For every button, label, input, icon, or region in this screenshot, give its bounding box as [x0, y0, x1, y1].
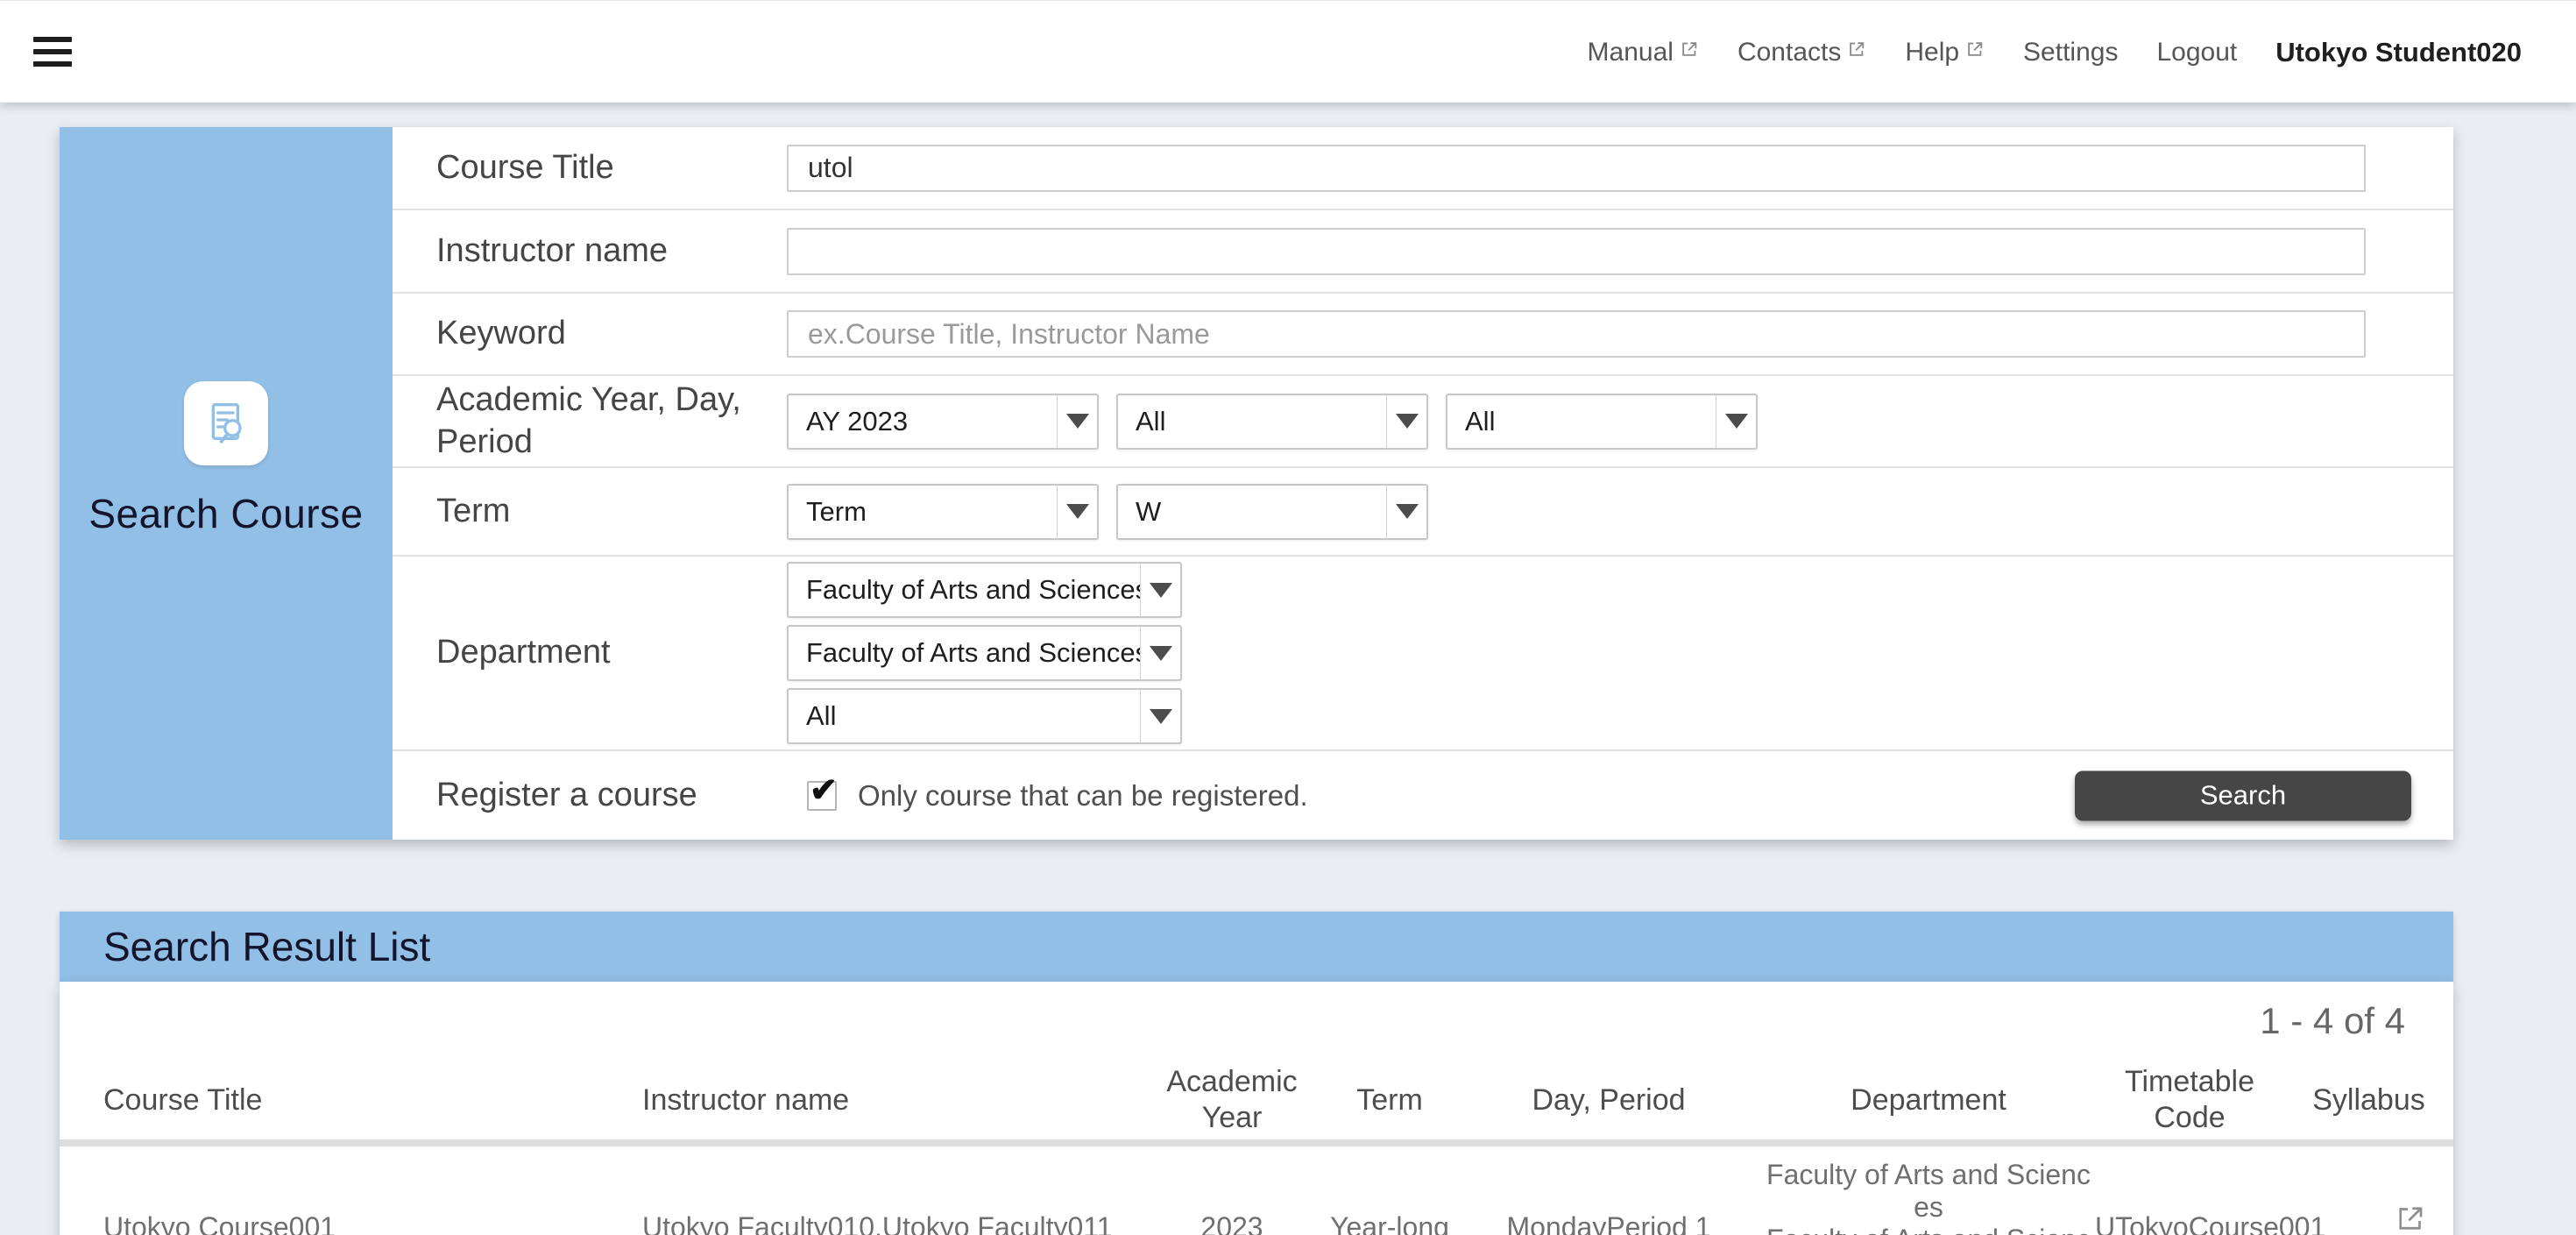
- row-academic-year: 2023: [1140, 1146, 1324, 1235]
- keyword-label: Keyword: [393, 294, 787, 374]
- nav-contacts-link[interactable]: Contacts: [1737, 38, 1866, 67]
- search-form: Course Title Instructor name Keyword Aca…: [393, 127, 2453, 840]
- table-header-divider: [60, 1139, 2453, 1146]
- external-link-icon: [1847, 36, 1866, 66]
- day-select[interactable]: All: [1116, 394, 1428, 450]
- day-select-value: All: [1118, 395, 1386, 448]
- nav-logout-link[interactable]: Logout: [2156, 38, 2237, 67]
- nav-help-label: Help: [1905, 38, 1959, 67]
- form-row-year-day-period: Academic Year, Day, Period AY 2023 All A…: [393, 376, 2453, 468]
- search-course-panel: Search Course Course Title Instructor na…: [60, 127, 2453, 840]
- nav-manual-link[interactable]: Manual: [1588, 38, 1699, 67]
- chevron-down-icon: [1140, 690, 1180, 742]
- chevron-down-icon: [1386, 486, 1426, 538]
- document-search-icon: [184, 381, 268, 465]
- nav-settings-label: Settings: [2023, 38, 2118, 67]
- column-header-timetable-code: Timetable Code: [2095, 1064, 2284, 1136]
- nav-manual-label: Manual: [1588, 38, 1674, 67]
- search-result-panel: 1 - 4 of 4 Course Title Instructor name …: [60, 982, 2453, 1235]
- chevron-down-icon: [1386, 395, 1426, 448]
- logged-in-username: Utokyo Student020: [2275, 37, 2522, 68]
- column-header-course-title: Course Title: [60, 1082, 585, 1118]
- external-link-icon: [2395, 1203, 2426, 1235]
- term-value-select[interactable]: W: [1116, 484, 1428, 540]
- department-level1-select[interactable]: Faculty of Arts and Sciences: [787, 562, 1182, 618]
- academic-year-select[interactable]: AY 2023: [787, 394, 1099, 450]
- external-link-icon: [1680, 36, 1699, 66]
- row-course-title: Utokyo Course001: [60, 1146, 585, 1235]
- form-row-register: Register a course ✔ Only course that can…: [393, 751, 2453, 840]
- chevron-down-icon: [1716, 395, 1756, 448]
- period-select-value: All: [1447, 395, 1716, 448]
- chevron-down-icon: [1057, 395, 1097, 448]
- result-table-header: Course Title Instructor name Academic Ye…: [60, 1061, 2453, 1139]
- term-label: Term: [393, 468, 787, 555]
- nav-help-link[interactable]: Help: [1905, 38, 1985, 67]
- row-timetable-code: UTokyoCourse001: [2095, 1146, 2325, 1235]
- term-value-select-value: W: [1118, 486, 1386, 538]
- chevron-down-icon: [1140, 627, 1180, 679]
- nav-settings-link[interactable]: Settings: [2023, 38, 2118, 67]
- top-bar: Manual Contacts Help Settings Logout Uto…: [0, 0, 2576, 103]
- column-header-term: Term: [1324, 1082, 1455, 1118]
- row-day-period: MondayPeriod 1: [1455, 1146, 1762, 1235]
- row-syllabus-link[interactable]: [2325, 1146, 2495, 1235]
- row-department: Faculty of Arts and Scienc es Faculty of…: [1762, 1146, 2095, 1235]
- form-row-course-title: Course Title: [393, 127, 2453, 210]
- row-instructor: Utokyo Faculty010,Utokyo Faculty011: [585, 1146, 1140, 1235]
- chevron-down-icon: [1057, 486, 1097, 538]
- term-type-select-value: Term: [789, 486, 1057, 538]
- period-select[interactable]: All: [1446, 394, 1758, 450]
- instructor-name-label: Instructor name: [393, 210, 787, 292]
- form-row-instructor: Instructor name: [393, 210, 2453, 294]
- column-header-day-period: Day, Period: [1455, 1082, 1762, 1118]
- department-level1-value: Faculty of Arts and Sciences: [789, 564, 1140, 616]
- search-button[interactable]: Search: [2075, 770, 2411, 820]
- result-count: 1 - 4 of 4: [60, 982, 2453, 1061]
- form-row-term: Term Term W: [393, 468, 2453, 557]
- academic-year-select-value: AY 2023: [789, 395, 1057, 448]
- department-level2-value: Faculty of Arts and Sciences F…: [789, 627, 1140, 679]
- external-link-icon: [1965, 36, 1985, 66]
- chevron-down-icon: [1140, 564, 1180, 616]
- top-navigation: Manual Contacts Help Settings Logout Uto…: [1588, 1, 2522, 103]
- checkmark-icon: ✔: [810, 774, 838, 807]
- course-title-label: Course Title: [393, 127, 787, 209]
- menu-hamburger-icon[interactable]: [33, 37, 72, 67]
- register-course-label: Register a course: [393, 751, 787, 840]
- term-type-select[interactable]: Term: [787, 484, 1099, 540]
- column-header-syllabus: Syllabus: [2284, 1082, 2453, 1118]
- search-course-title: Search Course: [60, 490, 393, 537]
- form-row-keyword: Keyword: [393, 294, 2453, 376]
- course-title-input[interactable]: [787, 145, 2366, 192]
- row-department-line: Faculty of Arts and Scienc: [1762, 1159, 2095, 1191]
- column-header-department: Department: [1762, 1082, 2095, 1118]
- search-result-list-banner: Search Result List: [60, 912, 2453, 982]
- department-level3-value: All: [789, 690, 1140, 742]
- instructor-name-input[interactable]: [787, 228, 2366, 275]
- nav-contacts-label: Contacts: [1737, 38, 1841, 67]
- table-row[interactable]: Utokyo Course001 Utokyo Faculty010,Utoky…: [60, 1146, 2453, 1235]
- keyword-input[interactable]: [787, 310, 2366, 358]
- search-course-sidebar: Search Course: [60, 127, 393, 840]
- column-header-academic-year: Academic Year: [1140, 1064, 1324, 1136]
- column-header-instructor: Instructor name: [585, 1082, 1140, 1118]
- row-department-line: es: [1762, 1191, 2095, 1224]
- only-registerable-label: Only course that can be registered.: [858, 779, 1308, 813]
- academic-year-day-period-label: Academic Year, Day, Period: [393, 376, 787, 466]
- row-term: Year-long: [1324, 1146, 1455, 1235]
- form-row-department: Department Faculty of Arts and Sciences …: [393, 557, 2453, 751]
- search-result-list-title: Search Result List: [103, 923, 430, 970]
- row-department-line: Faculty of Arts and Scienc: [1762, 1224, 2095, 1235]
- nav-logout-label: Logout: [2156, 38, 2237, 67]
- department-level3-select[interactable]: All: [787, 688, 1182, 744]
- only-registerable-checkbox[interactable]: ✔: [807, 781, 837, 811]
- department-label: Department: [393, 557, 787, 749]
- department-level2-select[interactable]: Faculty of Arts and Sciences F…: [787, 625, 1182, 681]
